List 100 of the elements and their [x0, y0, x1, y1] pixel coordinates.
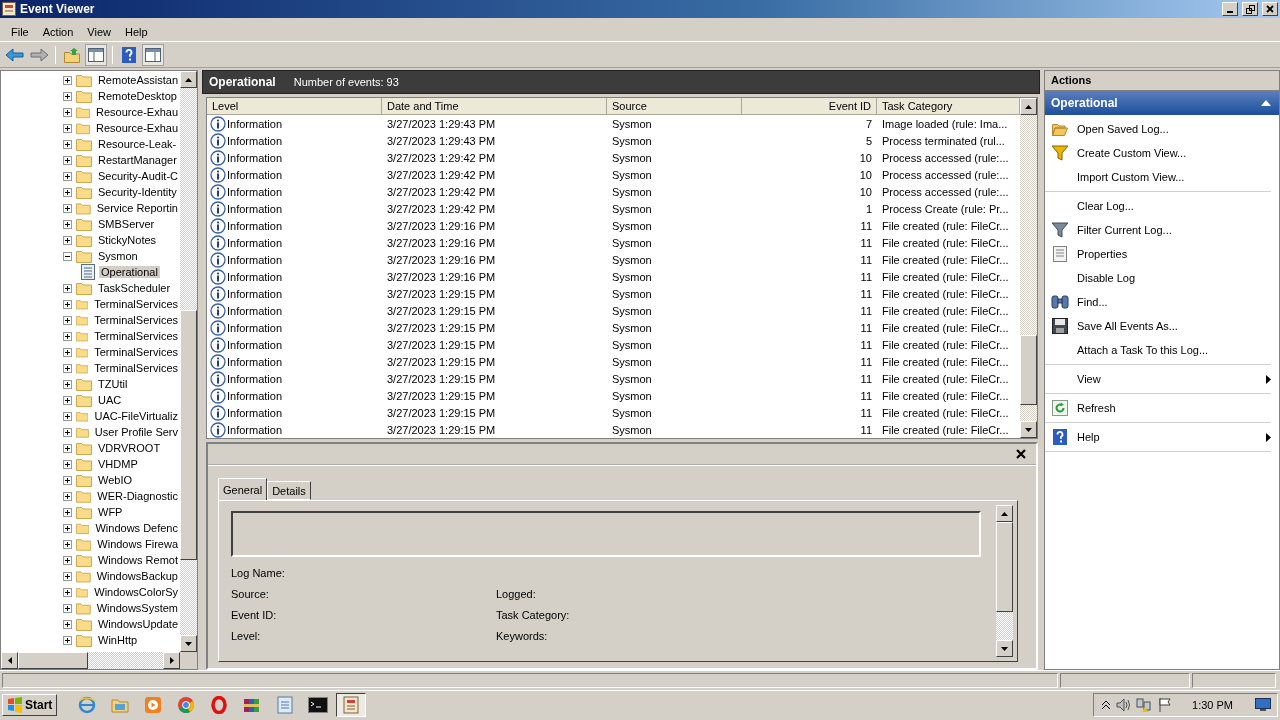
tree-item[interactable]: SMBServer [96, 218, 157, 230]
close-button[interactable] [1016, 449, 1026, 459]
command-link[interactable]: View [1045, 367, 1271, 391]
tree-item[interactable]: TerminalServices [92, 330, 180, 342]
column-header[interactable]: Event ID [742, 98, 877, 115]
menu-item[interactable]: Help [117, 25, 155, 38]
flag-icon[interactable] [1158, 697, 1173, 712]
command-link[interactable]: Properties [1045, 242, 1271, 266]
expand-toggle[interactable] [63, 635, 72, 645]
tree-item[interactable]: StickyNotes [96, 234, 159, 246]
expand-toggle[interactable] [63, 283, 72, 293]
expand-toggle[interactable] [63, 379, 72, 389]
expand-toggle[interactable] [63, 555, 72, 565]
clock[interactable]: 1:30 PM [1192, 698, 1233, 711]
tree-item[interactable]: User Profile Serv [92, 426, 180, 438]
tree-item[interactable]: Security-Audit-C [95, 170, 180, 182]
expand-toggle[interactable] [63, 443, 72, 453]
taskbar-button[interactable] [336, 692, 367, 717]
expand-toggle[interactable] [63, 123, 72, 133]
network-icon[interactable] [1136, 696, 1153, 713]
command-link[interactable]: Disable Log [1045, 266, 1271, 290]
column-header[interactable]: Task Category [877, 98, 1020, 115]
tree-item[interactable]: WinHttp [96, 634, 140, 646]
tree-item[interactable]: Windows Remot [95, 554, 180, 566]
horizontal-scrollbar[interactable] [1, 652, 180, 669]
expand-toggle[interactable] [63, 507, 72, 517]
vertical-scrollbar[interactable] [1020, 98, 1037, 438]
expand-toggle[interactable] [63, 347, 72, 357]
scroll-thumb[interactable] [1020, 335, 1037, 405]
menu-item[interactable]: Action [35, 25, 81, 38]
tree-item[interactable]: TaskScheduler [96, 282, 173, 294]
expand-toggle[interactable] [63, 139, 72, 149]
expand-toggle[interactable] [63, 315, 72, 325]
column-header[interactable]: Source [607, 98, 742, 115]
column-header[interactable]: Level [207, 98, 382, 115]
expand-toggle[interactable] [63, 491, 72, 501]
menu-item[interactable]: View [80, 25, 118, 38]
menu-item[interactable]: File [4, 25, 36, 38]
expand-toggle[interactable] [63, 91, 72, 101]
expand-toggle[interactable] [63, 331, 72, 341]
tree-item[interactable]: WindowsBackup [94, 570, 180, 582]
tree-item[interactable]: TerminalServices [92, 298, 180, 310]
expand-toggle[interactable] [63, 427, 72, 437]
command-link[interactable]: Attach a Task To this Log... [1045, 338, 1271, 362]
tree-item[interactable]: Operational [99, 266, 160, 278]
restore-button[interactable] [1242, 2, 1258, 16]
column-header[interactable]: Date and Time [382, 98, 607, 115]
command-link[interactable]: Find... [1045, 290, 1271, 314]
expand-toggle[interactable] [63, 475, 72, 485]
command-link[interactable]: Filter Current Log... [1045, 218, 1271, 242]
tree-item[interactable]: WebIO [96, 474, 135, 486]
tree-item[interactable]: Windows Firewa [95, 538, 180, 550]
scroll-thumb[interactable] [180, 310, 197, 560]
tree-item[interactable]: RemoteAssistan [95, 74, 180, 86]
tree-item[interactable]: WFP [96, 506, 125, 518]
log-icon[interactable] [343, 695, 360, 714]
expand-toggle[interactable] [63, 571, 72, 581]
expand-toggle[interactable] [63, 219, 72, 229]
terminal-icon[interactable] [308, 696, 329, 713]
tree-item[interactable]: RestartManager [96, 154, 179, 166]
expand-toggle[interactable] [63, 203, 72, 213]
tree-item[interactable]: WER-Diagnostic [95, 490, 180, 502]
expand-toggle[interactable] [63, 155, 72, 165]
tree-item[interactable]: UAC-FileVirtualiz [92, 410, 180, 422]
expand-toggle[interactable] [63, 107, 72, 117]
tree-item[interactable]: Resource-Exhau [94, 106, 180, 118]
start-button[interactable]: Start [2, 693, 58, 716]
expand-toggle[interactable] [63, 395, 72, 405]
minimize-button[interactable] [1222, 2, 1238, 16]
expand-toggle[interactable] [63, 75, 72, 85]
chevron-up-icon[interactable] [1102, 700, 1111, 709]
tree-item[interactable]: TZUtil [96, 378, 130, 390]
command-link[interactable]: Clear Log... [1045, 194, 1271, 218]
expand-toggle[interactable] [63, 299, 72, 309]
expand-toggle[interactable] [63, 587, 72, 597]
expand-toggle[interactable] [63, 619, 72, 629]
section-header[interactable]: Operational [1045, 91, 1279, 115]
tree-item[interactable]: VDRVROOT [96, 442, 163, 454]
expand-toggle[interactable] [63, 603, 72, 613]
command-link[interactable]: Import Custom View... [1045, 165, 1271, 189]
expand-toggle[interactable] [63, 235, 72, 245]
expand-toggle[interactable] [63, 523, 72, 533]
scroll-thumb[interactable] [996, 522, 1013, 612]
scroll-thumb[interactable] [18, 652, 88, 669]
expand-toggle[interactable] [63, 539, 72, 549]
tree-item[interactable]: Service Reportin [94, 202, 180, 214]
tree-item[interactable]: Resource-Exhau [94, 122, 180, 134]
command-link[interactable]: Help [1045, 425, 1271, 449]
tree-item[interactable]: TerminalServices [92, 346, 180, 358]
expand-toggle[interactable] [63, 171, 72, 181]
tab[interactable]: Details [267, 481, 311, 500]
vertical-scrollbar[interactable] [180, 71, 197, 652]
tree-item[interactable]: WindowsSystem [94, 602, 180, 614]
tree-item[interactable]: Resource-Leak- [96, 138, 179, 150]
wheel-icon[interactable] [177, 695, 196, 714]
command-link[interactable]: Save All Events As... [1045, 314, 1271, 338]
command-link[interactable]: Open Saved Log... [1045, 117, 1271, 141]
tree-item[interactable]: UAC [96, 394, 124, 406]
tree-item[interactable]: Windows Defenc [93, 522, 180, 534]
tree-item[interactable]: Sysmon [96, 250, 140, 262]
